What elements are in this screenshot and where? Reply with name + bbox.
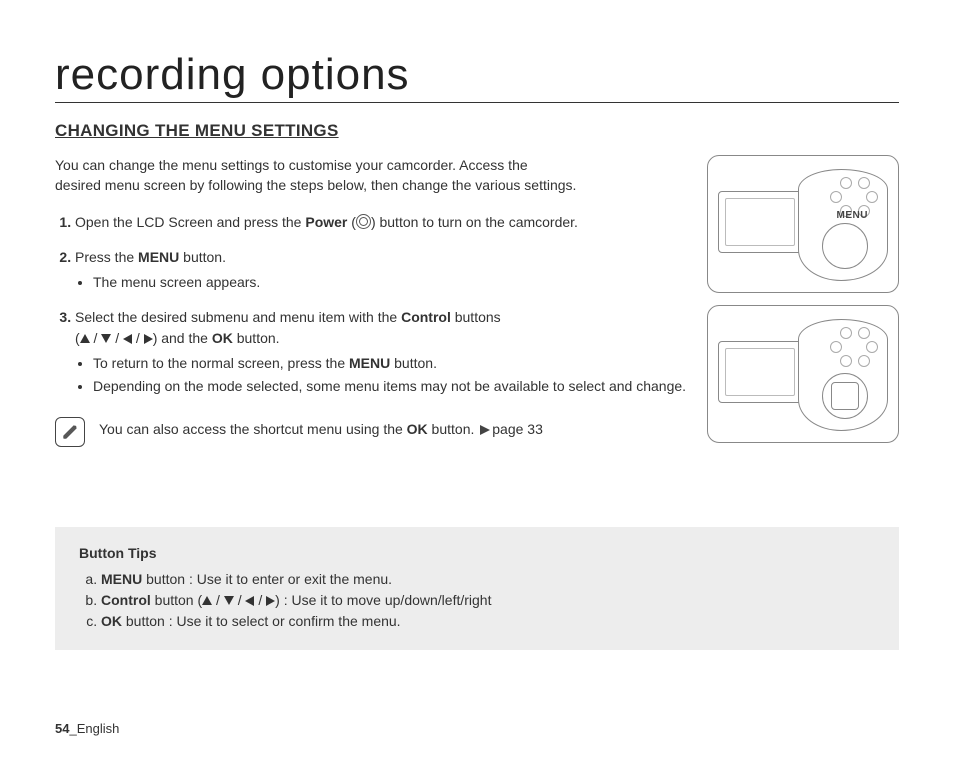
pencil-icon <box>61 423 79 441</box>
intro-text: You can change the menu settings to cust… <box>55 155 689 196</box>
right-icon <box>266 596 275 606</box>
up-icon <box>202 596 212 605</box>
tip-a: MENU button : Use it to enter or exit th… <box>101 569 875 590</box>
document-page: recording options CHANGING THE MENU SETT… <box>0 0 954 766</box>
tips-list: MENU button : Use it to enter or exit th… <box>79 569 875 632</box>
intro-line2: desired menu screen by following the ste… <box>55 177 576 193</box>
step-2: Press the MENU button. The menu screen a… <box>75 247 689 293</box>
right-icon <box>144 334 153 344</box>
step-1: Open the LCD Screen and press the Power … <box>75 212 689 233</box>
power-icon <box>356 214 371 229</box>
left-icon <box>123 334 132 344</box>
power-label: Power <box>305 214 347 230</box>
button-cluster-icon <box>820 327 880 377</box>
step-3-sub2: Depending on the mode selected, some men… <box>93 376 689 397</box>
button-tips-box: Button Tips MENU button : Use it to ente… <box>55 527 899 650</box>
control-pad-icon <box>822 373 868 419</box>
camcorder-illustration: MENU <box>718 169 888 279</box>
step-3: Select the desired submenu and menu item… <box>75 307 689 397</box>
lcd-screen-icon <box>718 341 802 403</box>
menu-label-text: MENU <box>837 210 868 221</box>
page-lang: _English <box>69 721 119 736</box>
control-label: Control <box>401 309 451 325</box>
note-row: You can also access the shortcut menu us… <box>55 417 689 447</box>
diagram-control-button <box>707 305 899 443</box>
arrow-right-icon <box>480 425 490 435</box>
ok-label: OK <box>212 330 233 346</box>
page-footer: 54_English <box>55 721 119 736</box>
step-2-sub1: The menu screen appears. <box>93 272 689 293</box>
tips-title: Button Tips <box>79 545 875 561</box>
section-heading: CHANGING THE MENU SETTINGS <box>55 121 899 141</box>
right-column: MENU <box>707 155 899 447</box>
left-column: You can change the menu settings to cust… <box>55 155 689 447</box>
step-3-sub: To return to the normal screen, press th… <box>75 353 689 397</box>
note-text: You can also access the shortcut menu us… <box>99 417 543 437</box>
steps-list: Open the LCD Screen and press the Power … <box>55 212 689 397</box>
lcd-screen-icon <box>718 191 802 253</box>
tip-b: Control button ( / / / ) : Use it to mov… <box>101 590 875 611</box>
tip-c: OK button : Use it to select or confirm … <box>101 611 875 632</box>
content-row: You can change the menu settings to cust… <box>55 155 899 447</box>
step-2-sub: The menu screen appears. <box>75 272 689 293</box>
down-icon <box>224 596 234 605</box>
up-icon <box>80 334 90 343</box>
intro-line1: You can change the menu settings to cust… <box>55 157 528 173</box>
menu-button-circle-icon <box>822 223 868 269</box>
step-3-sub1: To return to the normal screen, press th… <box>93 353 689 374</box>
page-title: recording options <box>55 50 899 103</box>
note-icon <box>55 417 85 447</box>
page-number: 54 <box>55 721 69 736</box>
diagram-menu-button: MENU <box>707 155 899 293</box>
camcorder-illustration <box>718 319 888 429</box>
down-icon <box>101 334 111 343</box>
menu-label: MENU <box>138 249 179 265</box>
